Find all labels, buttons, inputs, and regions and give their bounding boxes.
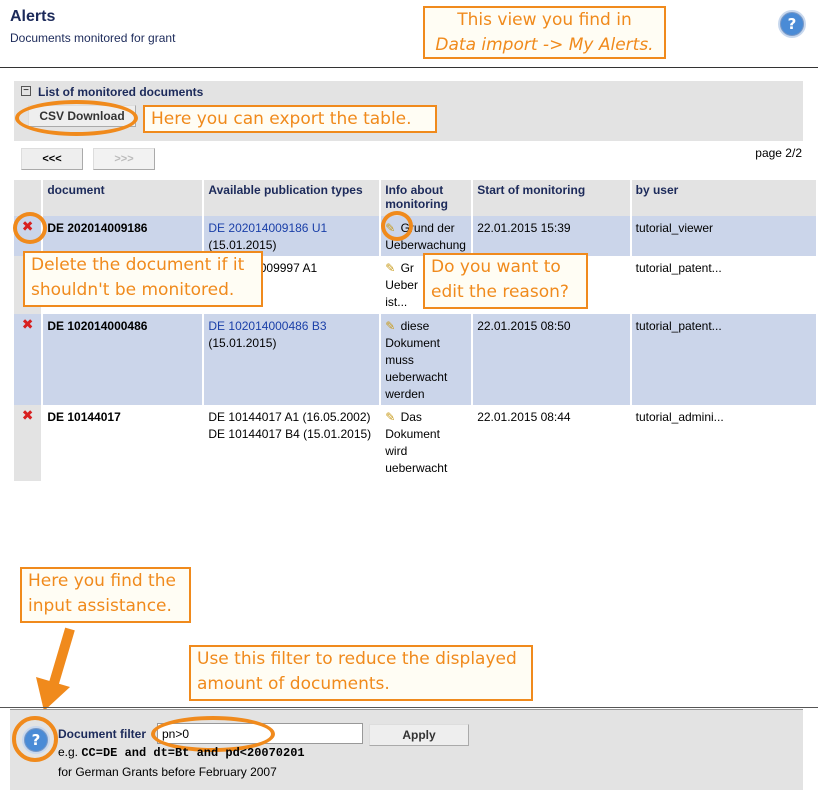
prev-page-button[interactable]: <<< bbox=[21, 148, 83, 170]
edit-note-line1: Do you want to bbox=[431, 257, 561, 277]
csv-highlight-ring bbox=[15, 100, 138, 136]
table-row: ✖ DE 102014000486 DE 102014000486 B3 (15… bbox=[14, 314, 818, 405]
document-cell: DE 202014009186 bbox=[42, 216, 205, 256]
location-note-line2: Data import -> My Alerts. bbox=[435, 35, 654, 55]
example-code: CC=DE and dt=Bt and pd<20070201 bbox=[81, 746, 305, 760]
delete-icon[interactable]: ✖ bbox=[22, 408, 34, 424]
arrow-down-icon bbox=[36, 627, 75, 711]
apply-button[interactable]: Apply bbox=[369, 724, 469, 746]
table-row: ✖ DE 202014009186 DE 202014009186 U1 (15… bbox=[14, 216, 818, 256]
filter-note: Use this filter to reduce the displayed … bbox=[189, 645, 533, 701]
delete-highlight-ring bbox=[13, 212, 47, 244]
document-cell: DE 102014000486 bbox=[42, 314, 205, 405]
filter-note-line2: amount of documents. bbox=[197, 674, 390, 694]
start-cell: 22.01.2015 08:50 bbox=[472, 314, 632, 405]
publication-link[interactable]: DE 102014000486 B3 bbox=[208, 318, 375, 335]
example-prefix: e.g. bbox=[58, 745, 79, 759]
start-cell: 22.01.2015 08:44 bbox=[472, 405, 632, 481]
monitored-documents-table: document Available publication types Inf… bbox=[14, 180, 818, 481]
assist-note-line1: Here you find the bbox=[28, 571, 176, 591]
info-cell: ✎ diese Dokument muss ueberwacht werden bbox=[380, 314, 474, 405]
info-text: ueberwacht bbox=[385, 370, 448, 384]
info-text: wird bbox=[385, 444, 408, 458]
assist-highlight-ring bbox=[12, 716, 58, 762]
edit-note-line2: edit the reason? bbox=[431, 282, 569, 302]
info-text: Dokument bbox=[385, 336, 440, 350]
info-cell: ✎ Das Dokument wird ueberwacht bbox=[380, 405, 474, 481]
header-publication-types[interactable]: Available publication types bbox=[203, 180, 382, 216]
header-user[interactable]: by user bbox=[630, 180, 818, 216]
footer-divider bbox=[0, 707, 818, 708]
user-cell: tutorial_patent... bbox=[630, 256, 818, 314]
header-delete bbox=[14, 180, 44, 216]
assist-note: Here you find the input assistance. bbox=[20, 567, 191, 623]
user-cell: tutorial_viewer bbox=[630, 216, 818, 256]
page-title: Alerts bbox=[10, 8, 56, 25]
publication-cell: DE 202014009186 U1 (15.01.2015) bbox=[203, 216, 382, 256]
table-header-row: document Available publication types Inf… bbox=[14, 180, 818, 216]
table-row: ✖ DE 10144017 DE 10144017 A1 (16.05.2002… bbox=[14, 405, 818, 481]
filter-example: e.g. CC=DE and dt=Bt and pd<20070201 bbox=[58, 745, 305, 760]
publication-link[interactable]: DE 202014009186 U1 bbox=[208, 220, 375, 237]
publication-cell: DE 102014000486 B3 (15.01.2015) bbox=[203, 314, 382, 405]
info-text: diese bbox=[400, 319, 430, 333]
user-cell: tutorial_patent... bbox=[630, 314, 818, 405]
delete-note-line1: Delete the document if it bbox=[31, 255, 245, 275]
edit-note: Do you want to edit the reason? bbox=[423, 253, 588, 309]
publication-text: DE 10144017 A1 (16.05.2002) bbox=[208, 410, 371, 424]
delete-cell: ✖ bbox=[14, 314, 44, 405]
assist-note-line2: input assistance. bbox=[28, 596, 172, 616]
header-divider bbox=[0, 67, 818, 68]
info-text: Gr bbox=[400, 261, 414, 275]
next-page-button[interactable]: >>> bbox=[93, 148, 155, 170]
pencil-icon[interactable]: ✎ bbox=[385, 260, 397, 275]
pencil-icon[interactable]: ✎ bbox=[385, 318, 397, 333]
start-cell: 22.01.2015 15:39 bbox=[472, 216, 632, 256]
delete-icon[interactable]: ✖ bbox=[22, 317, 34, 333]
help-icon[interactable]: ? bbox=[778, 10, 806, 38]
delete-note-line2: shouldn't be monitored. bbox=[31, 280, 235, 300]
export-note: Here you can export the table. bbox=[143, 105, 437, 133]
page-indicator: page 2/2 bbox=[755, 146, 802, 160]
page-subtitle: Documents monitored for grant bbox=[10, 31, 176, 45]
pencil-icon[interactable]: ✎ bbox=[385, 409, 397, 424]
delete-note: Delete the document if it shouldn't be m… bbox=[23, 251, 263, 307]
info-text: ueberwacht bbox=[385, 461, 448, 475]
info-text: muss bbox=[385, 353, 414, 367]
info-text: werden bbox=[385, 387, 425, 401]
publication-date: (15.01.2015) bbox=[208, 336, 277, 350]
user-cell: tutorial_admini... bbox=[630, 405, 818, 481]
filter-note-line1: Use this filter to reduce the displayed bbox=[197, 649, 517, 669]
list-section-title: List of monitored documents bbox=[38, 85, 204, 99]
example-description: for German Grants before February 2007 bbox=[58, 765, 277, 779]
filter-label: Document filter bbox=[58, 727, 147, 741]
document-cell: DE 10144017 bbox=[42, 405, 205, 481]
publication-text: DE 10144017 B4 (15.01.2015) bbox=[208, 427, 372, 441]
pencil-highlight-ring bbox=[381, 211, 413, 241]
publication-cell: DE 10144017 A1 (16.05.2002) DE 10144017 … bbox=[203, 405, 382, 481]
header-start[interactable]: Start of monitoring bbox=[472, 180, 632, 216]
location-note: This view you find in Data import -> My … bbox=[423, 6, 666, 59]
info-text: Dokument bbox=[385, 427, 440, 441]
header-document[interactable]: document bbox=[42, 180, 205, 216]
collapse-icon[interactable]: − bbox=[21, 86, 31, 96]
location-note-line1: This view you find in bbox=[457, 10, 632, 30]
info-text: Das bbox=[400, 410, 422, 424]
delete-cell: ✖ bbox=[14, 405, 44, 481]
